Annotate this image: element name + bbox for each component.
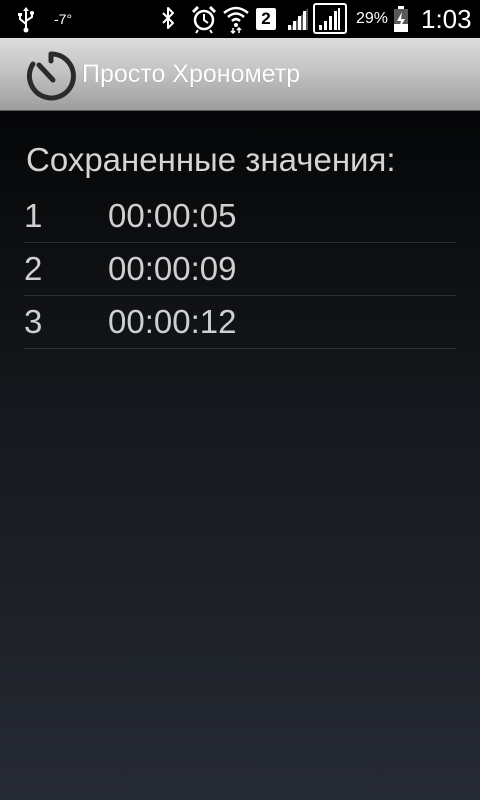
temperature-text: -7° — [54, 11, 73, 27]
bluetooth-icon — [158, 0, 178, 43]
list-item[interactable]: 3 00:00:12 — [24, 296, 456, 349]
main-content: Сохраненные значения: 1 00:00:05 2 00:00… — [0, 111, 480, 800]
signal-icon — [284, 0, 312, 43]
list-item-index: 3 — [24, 303, 43, 340]
status-bar: -7° 2 29% 1:03 — [0, 0, 480, 38]
sim-slot-badge: 2 — [256, 8, 276, 30]
list-item-index: 1 — [24, 197, 43, 234]
list-item[interactable]: 1 00:00:05 — [24, 190, 456, 243]
battery-icon — [392, 0, 410, 43]
list-item[interactable]: 2 00:00:09 — [24, 243, 456, 296]
signal-icon — [313, 0, 347, 43]
stopwatch-icon[interactable] — [25, 50, 77, 102]
alarm-icon — [190, 0, 218, 43]
usb-icon — [14, 0, 38, 43]
screen: -7° 2 29% 1:03 Просто Хронометр Сохранен… — [0, 0, 480, 800]
battery-percent: 29% — [356, 10, 389, 27]
action-bar: Просто Хронометр — [0, 38, 480, 111]
wifi-icon — [222, 0, 250, 43]
status-time: 1:03 — [421, 3, 472, 34]
saved-values-header: Сохраненные значения: — [26, 141, 396, 178]
list-item-index: 2 — [24, 250, 43, 287]
saved-values-list: 1 00:00:05 2 00:00:09 3 00:00:12 — [24, 190, 456, 349]
app-title: Просто Хронометр — [82, 59, 301, 88]
list-item-time: 00:00:09 — [108, 250, 237, 287]
list-item-time: 00:00:05 — [108, 197, 237, 234]
list-item-time: 00:00:12 — [108, 303, 237, 340]
